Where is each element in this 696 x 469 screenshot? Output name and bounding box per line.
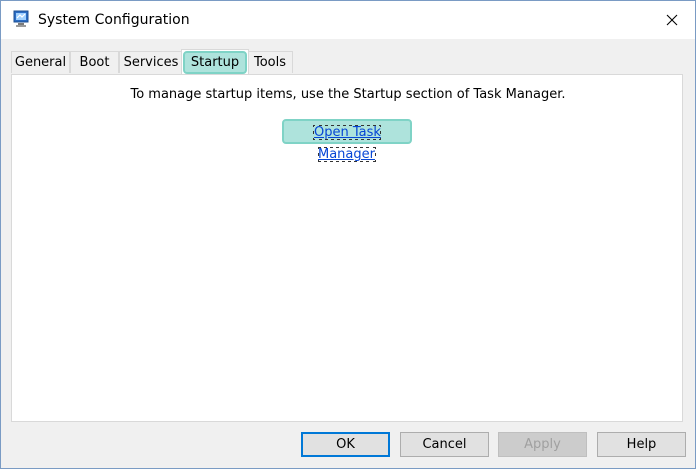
title-bar: System Configuration	[1, 1, 695, 39]
help-button[interactable]: Help	[597, 432, 686, 457]
tab-tools[interactable]: Tools	[247, 51, 293, 73]
tab-boot[interactable]: Boot	[70, 51, 119, 73]
open-task-manager-link[interactable]: Open Task Manager	[313, 125, 381, 162]
apply-button: Apply	[498, 432, 587, 457]
tab-label: Services	[123, 55, 179, 70]
tab-startup[interactable]: Startup	[181, 49, 249, 74]
tab-label: Startup	[182, 51, 248, 74]
startup-info-text: To manage startup items, use the Startup…	[130, 87, 566, 102]
msconfig-icon	[12, 10, 30, 28]
close-button[interactable]	[649, 1, 695, 39]
tab-services[interactable]: Services	[119, 51, 183, 73]
system-configuration-window: System Configuration General Boot Servic…	[0, 0, 696, 469]
close-icon	[666, 14, 678, 26]
tab-general[interactable]: General	[11, 51, 70, 73]
window-title: System Configuration	[38, 12, 190, 28]
tab-label: Tools	[253, 55, 287, 70]
startup-panel: To manage startup items, use the Startup…	[11, 74, 683, 422]
tab-label: Boot	[79, 55, 110, 70]
open-task-manager-highlight: Open Task Manager	[282, 119, 412, 162]
ok-button[interactable]: OK	[301, 432, 390, 457]
cancel-button[interactable]: Cancel	[400, 432, 489, 457]
tab-label: General	[14, 55, 67, 70]
